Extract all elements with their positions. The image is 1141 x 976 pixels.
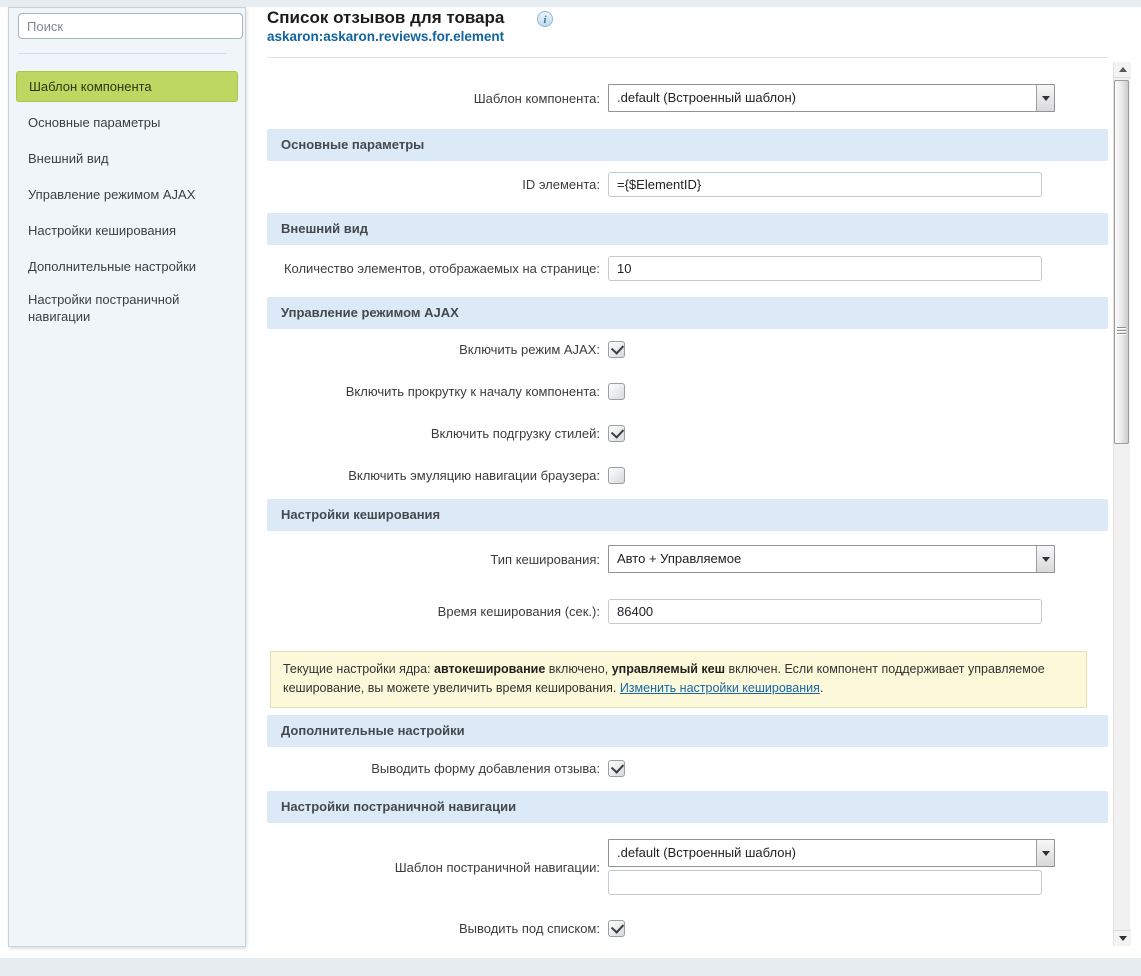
field-label: Шаблон постраничной навигации: [267,860,608,875]
field-label: Шаблон компонента: [267,91,608,106]
cache-settings-note: Текущие настройки ядра: автокеширование … [270,651,1087,708]
section-header-appearance: Внешний вид [267,213,1108,245]
note-text: Текущие настройки ядра: [283,662,434,676]
sidebar-item-label: Управление режимом AJAX [28,187,195,202]
field-label: Включить эмуляцию навигации браузера: [267,468,608,483]
field-label: Тип кеширования: [267,552,608,567]
ajax-history-checkbox[interactable] [608,467,625,484]
field-label: Выводить под списком: [267,921,608,936]
ajax-scroll-checkbox[interactable] [608,383,625,400]
sidebar-item-ajax[interactable]: Управление режимом AJAX [16,176,238,212]
field-label: Включить прокрутку к началу компонента: [267,384,608,399]
pager-template-controls: .default (Встроенный шаблон) [608,839,1055,895]
pager-template-custom-input[interactable] [608,870,1042,895]
ajax-styles-checkbox[interactable] [608,425,625,442]
field-label: Включить режим AJAX: [267,342,608,357]
sidebar-item-label: Шаблон компонента [29,79,152,94]
footer-strip [0,958,1141,976]
row-cache-type: Тип кеширования: Авто + Управляемое [267,545,1108,573]
vertical-scrollbar[interactable] [1113,62,1130,946]
note-text: . [820,681,823,695]
settings-sidebar: Шаблон компонента Основные параметры Вне… [8,7,246,947]
show-under-list-checkbox[interactable] [608,920,625,937]
change-cache-settings-link[interactable]: Изменить настройки кеширования [620,681,820,695]
cache-type-select[interactable]: Авто + Управляемое [608,545,1055,573]
info-icon[interactable]: i [537,11,553,27]
component-template-select[interactable]: .default (Встроенный шаблон) [608,84,1055,112]
search-input[interactable] [18,13,243,39]
dropdown-arrow-icon[interactable] [1036,546,1054,572]
dropdown-arrow-icon[interactable] [1036,85,1054,111]
component-settings-page: Шаблон компонента Основные параметры Вне… [0,0,1141,976]
sidebar-item-label: Внешний вид [28,151,109,166]
element-id-input[interactable] [608,172,1042,197]
scroll-down-icon[interactable] [1114,930,1131,946]
sidebar-item-appearance[interactable]: Внешний вид [16,140,238,176]
sidebar-item-component-template[interactable]: Шаблон компонента [16,71,238,102]
scrollbar-grip [1117,327,1126,336]
row-page-size: Количество элементов, отображаемых на ст… [267,255,1108,281]
sidebar-item-label: Основные параметры [28,115,160,130]
header-divider [267,57,1108,58]
row-ajax-mode: Включить режим AJAX: [267,341,1108,358]
field-label: Количество элементов, отображаемых на ст… [267,261,608,276]
select-value: .default (Встроенный шаблон) [609,840,1036,866]
sidebar-menu: Шаблон компонента Основные параметры Вне… [16,68,238,332]
note-text: включено, [545,662,611,676]
dropdown-arrow-icon[interactable] [1036,840,1054,866]
top-strip [0,0,1141,7]
show-add-form-checkbox[interactable] [608,760,625,777]
ajax-mode-checkbox[interactable] [608,341,625,358]
field-label: Включить подгрузку стилей: [267,426,608,441]
sidebar-divider [18,53,227,54]
field-label: ID элемента: [267,177,608,192]
sidebar-item-pager[interactable]: Настройки постраничной навигации [16,284,238,332]
note-bold: автокеширование [434,662,545,676]
page-title: Список отзывов для товара [267,8,504,28]
sidebar-item-cache[interactable]: Настройки кеширования [16,212,238,248]
sidebar-item-additional[interactable]: Дополнительные настройки [16,248,238,284]
component-code-link[interactable]: askaron:askaron.reviews.for.element [267,29,504,44]
field-label: Время кеширования (сек.): [267,604,608,619]
scroll-up-icon[interactable] [1114,62,1131,78]
row-ajax-styles: Включить подгрузку стилей: [267,425,1108,442]
sidebar-item-label: Настройки кеширования [28,223,176,238]
section-header-ajax: Управление режимом AJAX [267,297,1108,329]
row-component-template: Шаблон компонента: .default (Встроенный … [267,84,1108,112]
section-header-additional: Дополнительные настройки [267,715,1108,747]
pager-template-select[interactable]: .default (Встроенный шаблон) [608,839,1055,867]
row-element-id: ID элемента: [267,171,1108,197]
page-size-input[interactable] [608,256,1042,281]
row-cache-time: Время кеширования (сек.): [267,598,1108,624]
cache-time-input[interactable] [608,599,1042,624]
section-header-main: Основные параметры [267,129,1108,161]
sidebar-item-label: Дополнительные настройки [28,259,196,274]
sidebar-item-label: Настройки постраничной навигации [28,291,226,325]
sidebar-item-main-params[interactable]: Основные параметры [16,104,238,140]
row-show-add-form: Выводить форму добавления отзыва: [267,760,1108,777]
row-ajax-scroll: Включить прокрутку к началу компонента: [267,383,1108,400]
select-value: Авто + Управляемое [609,546,1036,572]
section-header-pager: Настройки постраничной навигации [267,791,1108,823]
select-value: .default (Встроенный шаблон) [609,85,1036,111]
row-show-under-list: Выводить под списком: [267,920,1108,937]
field-label: Выводить форму добавления отзыва: [267,761,608,776]
scrollbar-thumb[interactable] [1114,80,1129,444]
section-header-cache: Настройки кеширования [267,499,1108,531]
row-pager-template: Шаблон постраничной навигации: .default … [267,839,1108,895]
note-bold: управляемый кеш [612,662,725,676]
row-ajax-history: Включить эмуляцию навигации браузера: [267,467,1108,484]
